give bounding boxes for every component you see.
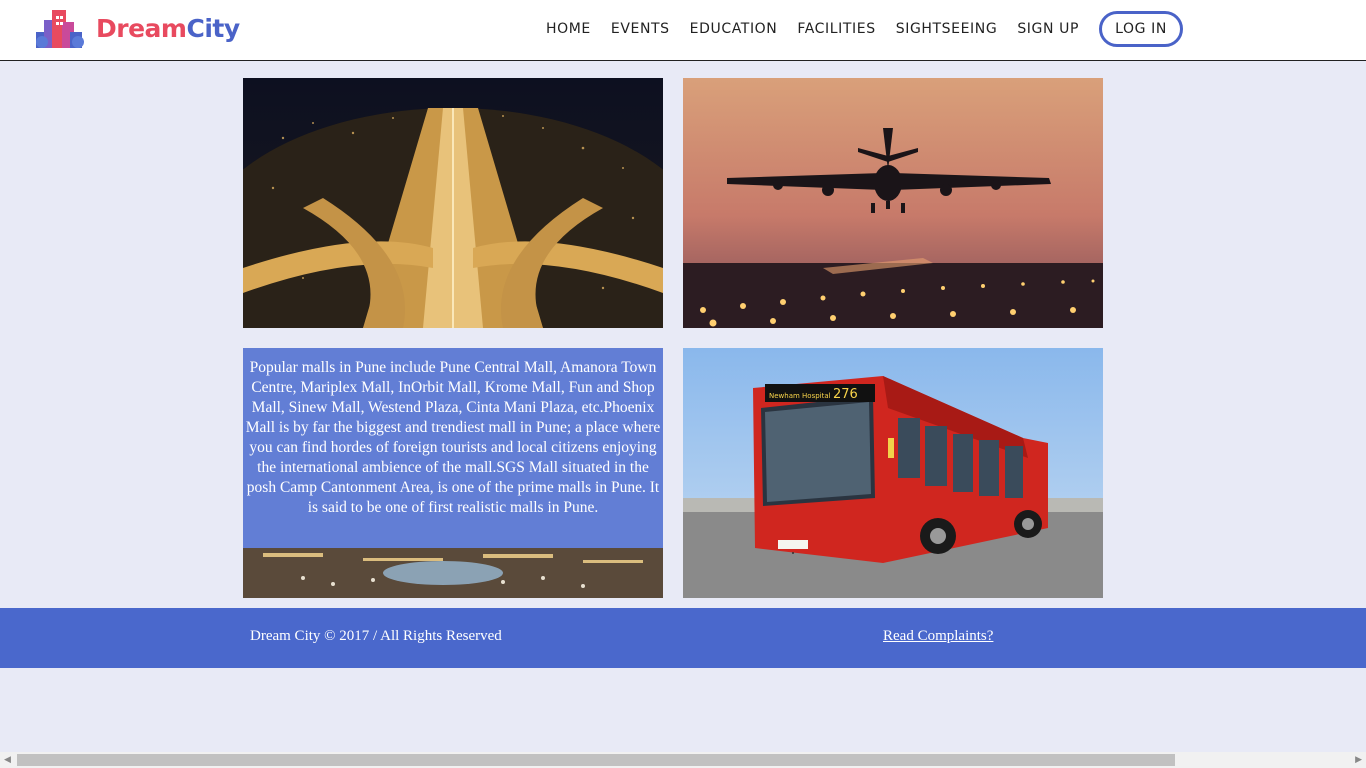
nav-sightseeing[interactable]: SIGHTSEEING (896, 21, 998, 37)
highway-night-tile (243, 78, 663, 328)
scrollbar-thumb[interactable] (17, 754, 1175, 766)
airplane-landing-tile (683, 78, 1103, 328)
nav-sign-up[interactable]: SIGN UP (1017, 21, 1079, 37)
red-bus-photo-icon: 276 Newham Hospital (683, 348, 1103, 598)
brand-name-dream: Dream (96, 13, 187, 43)
horizontal-scrollbar[interactable]: ◀ ▶ (0, 752, 1366, 768)
login-button[interactable]: LOG IN (1099, 11, 1183, 47)
nav-events[interactable]: EVENTS (611, 21, 670, 37)
scroll-left-arrow-icon[interactable]: ◀ (4, 755, 11, 765)
brand-name-city: City (186, 13, 240, 43)
mall-caption: Popular malls in Pune include Pune Centr… (243, 348, 663, 548)
top-navbar: DreamCity HOME EVENTS EDUCATION FACILITI… (0, 0, 1366, 61)
brand-logo[interactable]: DreamCity (34, 6, 240, 50)
page-footer: Dream City © 2017 / All Rights Reserved … (0, 608, 1366, 668)
highway-night-photo-icon (243, 78, 663, 328)
scroll-right-arrow-icon[interactable]: ▶ (1355, 755, 1362, 765)
copyright-text: Dream City © 2017 / All Rights Reserved (250, 628, 502, 644)
mall-tile: Popular malls in Pune include Pune Centr… (243, 348, 663, 598)
main-nav: HOME EVENTS EDUCATION FACILITIES SIGHTSE… (536, 10, 1183, 48)
brand-name: DreamCity (96, 14, 240, 43)
read-complaints-link[interactable]: Read Complaints? (883, 628, 993, 645)
airplane-landing-photo-icon (683, 78, 1103, 328)
nav-home[interactable]: HOME (546, 21, 591, 37)
nav-education[interactable]: EDUCATION (690, 21, 778, 37)
bus-tile: 276 Newham Hospital (683, 348, 1103, 598)
bus-route-number: 276 (833, 387, 858, 402)
nav-facilities[interactable]: FACILITIES (797, 21, 875, 37)
bus-destination: Newham Hospital (769, 392, 831, 400)
city-buildings-logo-icon (36, 10, 84, 48)
